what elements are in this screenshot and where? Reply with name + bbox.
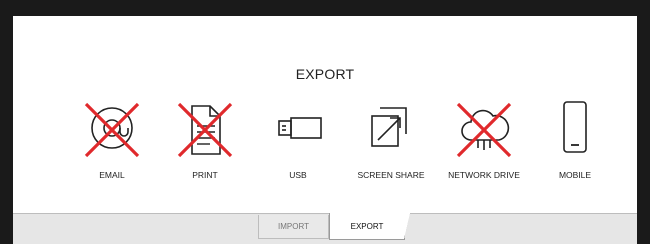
mobile-icon [563, 101, 587, 153]
disabled-cross-icon [456, 102, 512, 158]
tab-export[interactable]: EXPORT [329, 213, 410, 240]
network-drive-option[interactable]: NETWORK DRIVE [434, 100, 534, 180]
page-title: EXPORT [295, 66, 355, 82]
print-option[interactable]: PRINT [155, 100, 255, 180]
screen-share-icon [371, 107, 407, 147]
screen-share-option[interactable]: SCREEN SHARE [341, 100, 441, 180]
mobile-option[interactable]: MOBILE [525, 100, 625, 180]
email-option[interactable]: EMAIL [62, 100, 162, 180]
disabled-cross-icon [84, 102, 140, 158]
tab-import[interactable]: IMPORT [258, 215, 329, 239]
export-screen: EXPORT EMAIL PRINT USB SCREEN SHARE NETW… [13, 16, 637, 244]
usb-icon [278, 117, 322, 139]
usb-option[interactable]: USB [248, 100, 348, 180]
mobile-label: MOBILE [558, 170, 592, 180]
tab-bar: IMPORT EXPORT [13, 213, 637, 244]
disabled-cross-icon [177, 102, 233, 158]
